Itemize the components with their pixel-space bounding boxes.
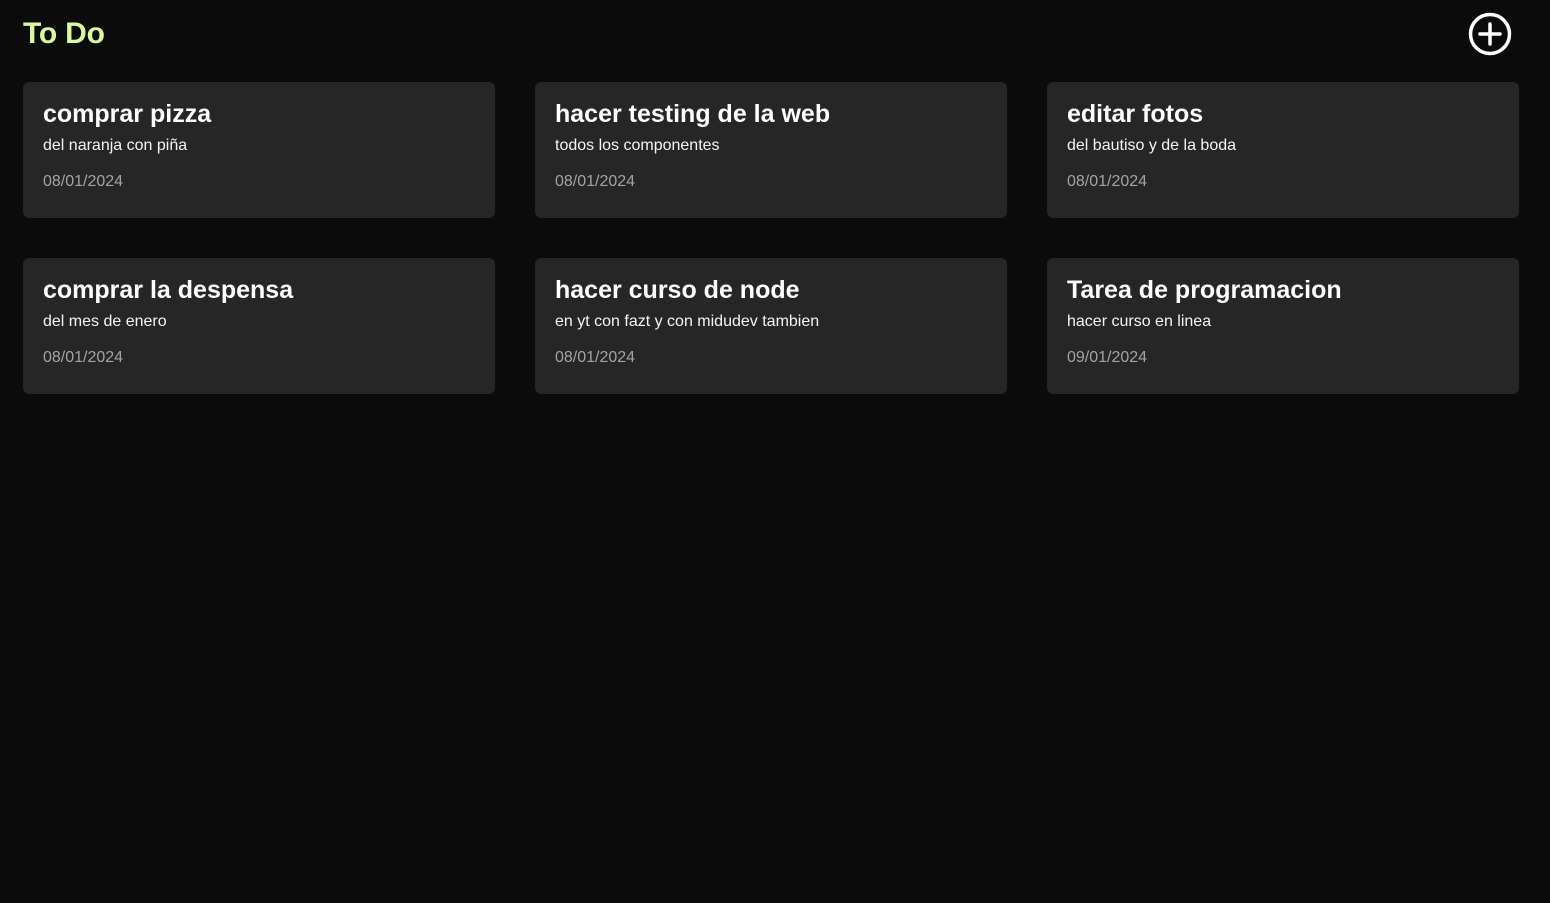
task-card[interactable]: comprar pizza del naranja con piña 08/01… (23, 82, 495, 218)
task-card[interactable]: hacer testing de la web todos los compon… (535, 82, 1007, 218)
app-title: To Do (23, 17, 105, 50)
task-card[interactable]: Tarea de programacion hacer curso en lin… (1047, 258, 1519, 394)
add-task-button[interactable] (1468, 12, 1512, 56)
task-description: todos los componentes (555, 137, 720, 154)
task-title: hacer testing de la web (555, 100, 831, 128)
task-date: 08/01/2024 (1067, 173, 1148, 190)
task-description: del bautiso y de la boda (1067, 137, 1237, 154)
task-title: comprar la despensa (43, 276, 294, 304)
todo-page: To Do comprar pizza del naranja con piña… (0, 0, 1550, 903)
task-title: comprar pizza (43, 100, 212, 128)
task-date: 08/01/2024 (43, 349, 124, 366)
task-grid: comprar pizza del naranja con piña 08/01… (23, 82, 1519, 394)
task-card[interactable]: comprar la despensa del mes de enero 08/… (23, 258, 495, 394)
task-date: 09/01/2024 (1067, 349, 1148, 366)
app-header: To Do (23, 0, 1519, 68)
task-description: hacer curso en linea (1067, 313, 1212, 330)
plus-circle-icon (1468, 12, 1512, 56)
task-card[interactable]: hacer curso de node en yt con fazt y con… (535, 258, 1007, 394)
task-description: del mes de enero (43, 313, 167, 330)
task-date: 08/01/2024 (555, 173, 636, 190)
task-title: hacer curso de node (555, 276, 800, 304)
task-date: 08/01/2024 (43, 173, 124, 190)
task-date: 08/01/2024 (555, 349, 636, 366)
task-description: en yt con fazt y con midudev tambien (555, 313, 820, 330)
task-title: Tarea de programacion (1067, 276, 1342, 304)
task-description: del naranja con piña (43, 137, 188, 154)
task-card[interactable]: editar fotos del bautiso y de la boda 08… (1047, 82, 1519, 218)
task-title: editar fotos (1067, 100, 1204, 128)
